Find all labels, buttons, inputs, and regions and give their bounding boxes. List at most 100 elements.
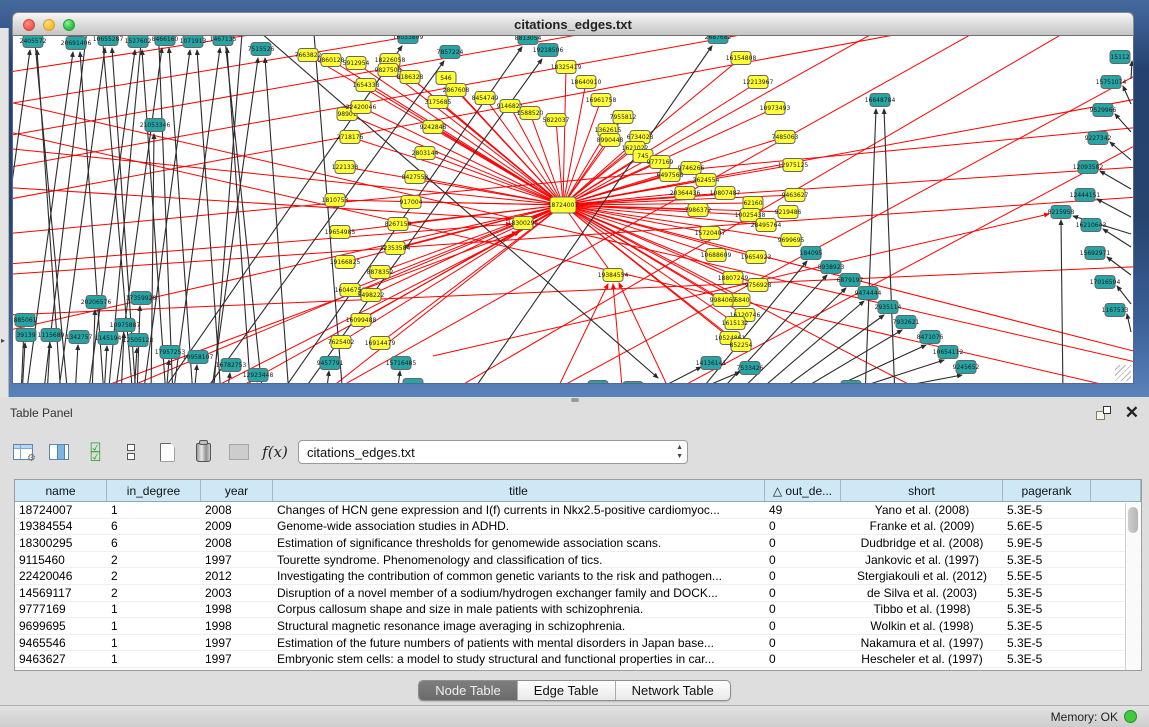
table-cell: 0 xyxy=(765,636,841,650)
graph-edge xyxy=(613,284,623,384)
graph-node-label: 19654985 xyxy=(325,229,356,236)
table-cell: Dudbridge et al. (2008) xyxy=(841,536,1003,550)
table-row[interactable]: 946362711997Embryonic stem cells: a mode… xyxy=(15,651,1141,668)
create-column-button[interactable] xyxy=(154,438,180,466)
graph-node-label: 18300295 xyxy=(508,220,539,227)
function-builder-button[interactable]: f(x) xyxy=(262,438,288,466)
graph-node-label: 15716485 xyxy=(386,360,417,367)
table-cell: Stergiakouli et al. (2012) xyxy=(841,569,1003,583)
graph-node-label: 5912954 xyxy=(343,60,370,67)
table-tabs: Node TableEdge TableNetwork Table xyxy=(418,680,731,701)
graph-node-label: 9777169 xyxy=(647,159,674,166)
graph-edge xyxy=(1107,257,1131,275)
table-vertical-scrollbar[interactable] xyxy=(1125,503,1140,670)
minimize-button[interactable] xyxy=(43,19,55,31)
graph-node[interactable] xyxy=(841,381,861,385)
table-cell: 5.9E-5 xyxy=(1003,536,1091,550)
table-cell: 0 xyxy=(765,553,841,567)
show-hide-columns-button[interactable]: ☑☑ xyxy=(82,438,108,466)
checklist-icon: ☑☑ xyxy=(90,443,101,461)
graph-node-label: 9463627 xyxy=(782,192,809,199)
graph-node-label: 10654112 xyxy=(933,349,964,356)
graph-node-label: 16961758 xyxy=(586,97,617,104)
delete-column-button[interactable] xyxy=(190,438,216,466)
graph-node[interactable] xyxy=(588,381,608,385)
column-header-title[interactable]: title xyxy=(273,480,765,501)
table-cell: 1 xyxy=(107,619,201,633)
graph-node-label: 6879197 xyxy=(837,277,864,284)
graph-node[interactable] xyxy=(403,379,423,385)
graph-node-label: 14136141 xyxy=(696,360,727,367)
table-cell: 2 xyxy=(107,569,201,583)
row-options-button[interactable] xyxy=(118,438,144,466)
table-row[interactable]: 1938455462009Genome-wide association stu… xyxy=(15,519,1141,536)
table-cell: 2003 xyxy=(201,586,273,600)
float-panel-icon[interactable] xyxy=(1096,406,1111,420)
graph-node-label: 917004 xyxy=(400,199,423,206)
table-cell: 1 xyxy=(107,503,201,517)
column-header-short[interactable]: short xyxy=(841,480,1003,501)
table-settings-button[interactable]: ⚙ xyxy=(10,438,36,466)
table-cell: 0 xyxy=(765,586,841,600)
column-header-out_de[interactable]: △ out_de... xyxy=(765,480,841,501)
table-row[interactable]: 2242004622012Investigating the contribut… xyxy=(15,568,1141,585)
table-row[interactable]: 977716911998Corpus callosum shape and si… xyxy=(15,602,1141,619)
table-row[interactable]: 1830029562008Estimation of significance … xyxy=(15,535,1141,552)
tab-node-table[interactable]: Node Table xyxy=(419,681,518,700)
graph-node-label: 28495764 xyxy=(751,222,782,229)
graph-node-label: 12923448 xyxy=(243,372,274,379)
graph-edge xyxy=(104,346,107,384)
column-header-in_degree[interactable]: in_degree xyxy=(107,480,201,501)
memory-ok-icon[interactable] xyxy=(1124,710,1137,723)
graph-node-label: 885061 xyxy=(14,317,37,324)
graph-node[interactable] xyxy=(623,382,643,385)
table-row[interactable]: 969969511998Structural magnetic resonanc… xyxy=(15,618,1141,635)
column-header-name[interactable]: name xyxy=(15,480,107,501)
graph-node-label: 8471076 xyxy=(917,334,944,341)
graph-edge xyxy=(425,153,563,205)
citation-network-graph[interactable]: 2405572206914061065528715276028466160107… xyxy=(13,36,1134,384)
network-window-titlebar[interactable]: citations_edges.txt xyxy=(12,12,1134,36)
table-cell: de Silva et al. (2003) xyxy=(841,586,1003,600)
table-cell: 5.3E-5 xyxy=(1003,602,1091,616)
table-cell: 2008 xyxy=(201,536,273,550)
table-row[interactable]: 1456911722003Disruption of a novel membe… xyxy=(15,585,1141,602)
graph-node-label: 17957253 xyxy=(155,349,186,356)
table-cell: 0 xyxy=(765,619,841,633)
scrollbar-thumb[interactable] xyxy=(1128,507,1138,533)
tab-network-table[interactable]: Network Table xyxy=(616,681,730,700)
select-columns-button[interactable] xyxy=(46,438,72,466)
close-button[interactable] xyxy=(23,19,35,31)
tab-edge-table[interactable]: Edge Table xyxy=(518,681,616,700)
graph-node-label: 8990448 xyxy=(597,137,624,144)
graph-node-label: 5498222 xyxy=(358,292,385,299)
graph-edge xyxy=(563,67,566,205)
graph-node-label: 21053346 xyxy=(140,122,171,129)
graph-edge xyxy=(397,371,400,384)
graph-node-label: 7485063 xyxy=(772,134,799,141)
zoom-button[interactable] xyxy=(63,19,75,31)
graph-node-label: 9219486 xyxy=(775,209,802,216)
table-row[interactable]: 911546021997Tourette syndrome. Phenomeno… xyxy=(15,552,1141,569)
table-cell: Embryonic stem cells: a model to study s… xyxy=(273,652,765,666)
graph-node-label: 62160 xyxy=(743,200,762,207)
table-row[interactable]: 1872400712008Changes of HCN gene express… xyxy=(15,502,1141,519)
panel-collapse-arrow[interactable]: ▸ xyxy=(1,336,5,345)
table-cell: 2 xyxy=(107,553,201,567)
status-bar: Memory: OK xyxy=(0,705,1149,727)
table-cell: 14569117 xyxy=(15,586,107,600)
table-selector-dropdown[interactable]: citations_edges.txt ▲▼ xyxy=(298,440,688,464)
table-cell: 1998 xyxy=(201,602,273,616)
graph-node-label: 15720407 xyxy=(695,230,726,237)
graph-edge xyxy=(75,345,78,384)
column-header-pagerank[interactable]: pagerank xyxy=(1003,480,1091,501)
table-row[interactable]: 946554611997Estimation of the future num… xyxy=(15,635,1141,652)
column-header-year[interactable]: year xyxy=(201,480,273,501)
graph-node-label: 8267150 xyxy=(385,221,412,228)
close-panel-icon[interactable]: ✕ xyxy=(1125,406,1139,420)
graph-node-label: 9756928 xyxy=(745,282,772,289)
window-resize-grip[interactable] xyxy=(1115,365,1131,381)
table-cell: 9115460 xyxy=(15,553,107,567)
graph-canvas[interactable]: 2405572206914061065528715276028466160107… xyxy=(12,36,1134,384)
combo-stepper-icon: ▲▼ xyxy=(676,443,683,461)
